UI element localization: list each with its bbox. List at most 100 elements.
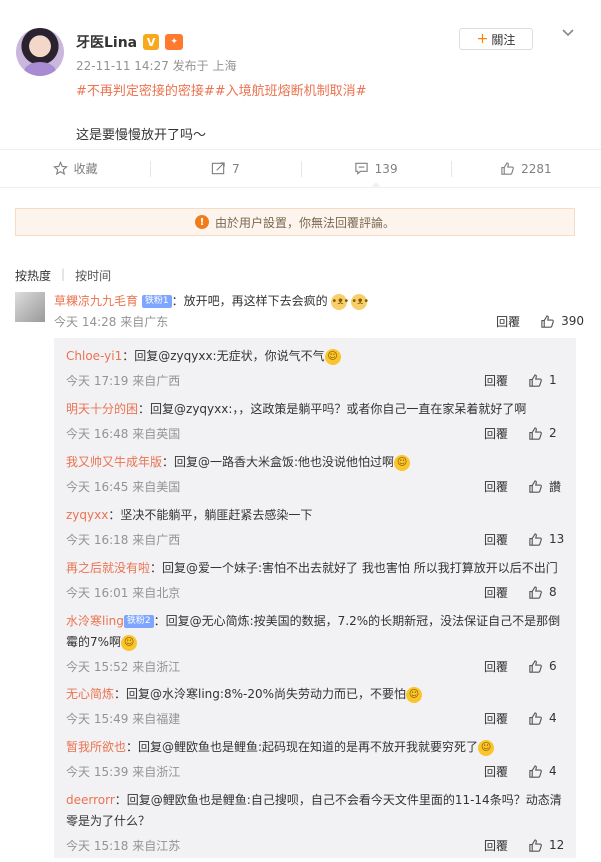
sort-tabs: 按热度 | 按时间 xyxy=(15,267,111,284)
reply-like-count: 讚 xyxy=(549,479,562,494)
reply-footer: 今天 15:39 来自浙江 回覆 4 xyxy=(66,762,568,780)
comments-panel: ! 由於用户設置，你無法回覆評論。 按热度 | 按时间 草粿凉九九毛育 铁粉1：… xyxy=(0,189,601,862)
reply-link[interactable]: 回覆 xyxy=(484,763,528,780)
reply-time: 今天 17:19 来自广西 xyxy=(66,373,181,388)
reply-like-button[interactable]: 4 xyxy=(528,764,568,779)
reply-username[interactable]: zyqyxx xyxy=(66,508,108,522)
star-icon xyxy=(52,161,68,176)
fan-badge: 铁粉2 xyxy=(123,615,154,628)
reply-like-count: 8 xyxy=(549,585,557,599)
reply-like-button[interactable]: 4 xyxy=(528,711,568,726)
reply-thread: Chloe-yi1：回复@zyqyxx:无症状，你说气不气 ☺ 今天 17:19 … xyxy=(54,338,576,858)
reply-link[interactable]: 回覆 xyxy=(484,710,528,727)
reply-footer: 今天 16:48 来自英国 回覆 2 xyxy=(66,424,568,442)
post-header: 牙医Lina V ✦ 22-11-11 14:27 发布于 上海 #不再判定密接… xyxy=(0,0,601,150)
reply-like-count: 4 xyxy=(549,764,557,778)
reply-body: 再之后就没有啦：回复@爱一个妹子:害怕不出去就好了 我也害怕 所以我打算放开以后… xyxy=(66,558,568,579)
notice-text: 由於用户設置，你無法回覆評論。 xyxy=(214,215,395,230)
verified-icon: V xyxy=(143,34,160,50)
reply-text: ：坚决不能躺平，躺匪赶紧去感染一下 xyxy=(108,508,313,522)
laugh-emoji-icon: ☺ xyxy=(406,686,422,703)
reply-link[interactable]: 回覆 xyxy=(484,837,528,854)
reply-username[interactable]: 再之后就没有啦 xyxy=(66,561,150,575)
thumbs-up-icon xyxy=(529,764,542,778)
tab-sort-time[interactable]: 按时间 xyxy=(75,267,111,284)
tab-sort-hot[interactable]: 按热度 xyxy=(15,267,51,284)
reply-link[interactable]: 回覆 xyxy=(484,425,528,442)
reply-item: 暂我所欲也：回复@鲤欧鱼也是鲤鱼:起码现在知道的是再不放开我就要穷死了 ☺ 今天 … xyxy=(66,737,568,780)
thumbs-up-icon xyxy=(529,711,542,725)
reply-link[interactable]: 回覆 xyxy=(484,658,528,675)
reply-like-button[interactable]: 讚 xyxy=(528,478,568,495)
reply-like-button[interactable]: 8 xyxy=(528,585,568,600)
reply-time: 今天 15:39 来自浙江 xyxy=(66,764,181,779)
reply-like-button[interactable]: 6 xyxy=(528,659,568,674)
reply-like-button[interactable]: 2 xyxy=(528,426,568,441)
reply-username[interactable]: 水泠寒ling xyxy=(66,614,124,628)
reply-like-button[interactable]: 12 xyxy=(528,838,568,853)
reply-like-count: 12 xyxy=(549,838,565,852)
comment-count: 139 xyxy=(374,161,398,176)
cat-emoji-icon: •ᴥ• xyxy=(331,293,349,310)
reply-like-button[interactable]: 1 xyxy=(528,373,568,388)
reply-username[interactable]: 明天十分的困 xyxy=(66,402,138,416)
thumbs-up-icon xyxy=(501,162,514,175)
reply-link[interactable]: 回覆 xyxy=(484,584,528,601)
fan-badge: 铁粉1 xyxy=(141,295,172,308)
thumbs-up-icon xyxy=(529,585,542,599)
reply-time: 今天 16:48 来自英国 xyxy=(66,426,181,441)
reply-link[interactable]: 回覆 xyxy=(484,478,528,495)
repost-count: 7 xyxy=(232,161,240,176)
favorite-label: 收藏 xyxy=(73,162,98,176)
reply-username[interactable]: 无心简炼 xyxy=(66,687,114,701)
reply-username[interactable]: deerrorr xyxy=(66,793,115,807)
reply-like-button[interactable]: 13 xyxy=(528,532,568,547)
comment-button[interactable]: 139 xyxy=(300,150,451,188)
reply-link[interactable]: 回覆 xyxy=(496,313,540,330)
reply-text: ：回复@鲤欧鱼也是鲤鱼:自己搜呗，自己不会看今天文件里面的11-14条吗？动态清… xyxy=(66,793,562,828)
reply-link[interactable]: 回覆 xyxy=(484,531,528,548)
chevron-down-icon[interactable] xyxy=(561,25,575,39)
comment-body: 草粿凉九九毛育 铁粉1 ：放开吧，再这样下去会疯的 •ᴥ• •ᴥ• xyxy=(54,292,584,310)
reply-footer: 今天 17:19 来自广西 回覆 1 xyxy=(66,371,568,389)
plus-icon: + xyxy=(476,31,489,47)
reply-username[interactable]: 我又帅又牛成年版 xyxy=(66,455,162,469)
author-row: 牙医Lina V ✦ xyxy=(76,32,184,52)
commenter-avatar[interactable] xyxy=(15,292,45,322)
reply-username[interactable]: Chloe-yi1 xyxy=(66,349,122,363)
comment-footer: 今天 14:28 来自广东 回覆 390 xyxy=(54,312,584,330)
reply-text: ：回复@zyqyxx:无症状，你说气不气 xyxy=(122,349,325,363)
comment-like-count: 390 xyxy=(561,314,584,328)
reply-item: Chloe-yi1：回复@zyqyxx:无症状，你说气不气 ☺ 今天 17:19 … xyxy=(66,346,568,389)
reply-item: zyqyxx：坚决不能躺平，躺匪赶紧去感染一下 今天 16:18 来自广西 回覆… xyxy=(66,505,568,548)
reply-like-count: 2 xyxy=(549,426,557,440)
reply-time: 今天 16:18 来自广西 xyxy=(66,532,181,547)
cat-emoji-icon: •ᴥ• xyxy=(351,293,369,310)
post-topics[interactable]: #不再判定密接的密接##入境航班熔断机制取消# xyxy=(76,80,367,99)
reply-body: Chloe-yi1：回复@zyqyxx:无症状，你说气不气 ☺ xyxy=(66,346,568,367)
thumbs-up-icon xyxy=(529,479,542,493)
author-name[interactable]: 牙医Lina xyxy=(76,32,137,52)
reply-item: 水泠寒ling 铁粉2 ：回复@无心简炼:按美国的数据，7.2%的长期新冠，没法保证… xyxy=(66,611,568,675)
repost-icon xyxy=(211,162,225,175)
reply-time: 今天 16:01 来自北京 xyxy=(66,585,181,600)
reply-item: 明天十分的困：回复@zyqyxx:，，这政策是躺平吗？或者你自己一直在家呆着就好… xyxy=(66,399,568,442)
repost-button[interactable]: 7 xyxy=(150,150,300,187)
follow-button[interactable]: + 關注 xyxy=(459,28,533,50)
favorite-button[interactable]: 收藏 xyxy=(0,150,150,187)
like-button[interactable]: 2281 xyxy=(450,150,601,187)
reply-time: 今天 16:45 来自美国 xyxy=(66,479,181,494)
reply-link[interactable]: 回覆 xyxy=(484,372,528,389)
comment-username[interactable]: 草粿凉九九毛育 xyxy=(54,294,138,308)
author-avatar[interactable] xyxy=(16,28,64,76)
thumbs-up-icon xyxy=(541,314,554,328)
reply-footer: 今天 16:01 来自北京 回覆 8 xyxy=(66,583,568,601)
reply-like-count: 6 xyxy=(549,659,557,673)
reply-username[interactable]: 暂我所欲也 xyxy=(66,740,126,754)
comment-like-button[interactable]: 390 xyxy=(540,314,584,329)
reply-text: ：回复@爱一个妹子:害怕不出去就好了 我也害怕 所以我打算放开以后不出门 xyxy=(150,561,558,575)
post-text: 这是要慢慢放开了吗～ xyxy=(76,128,207,143)
thumbs-up-icon xyxy=(529,373,542,387)
reply-text: ：回复@一路香大米盒饭:他也没说他怕过啊 xyxy=(162,455,395,469)
reply-like-count: 13 xyxy=(549,532,565,546)
